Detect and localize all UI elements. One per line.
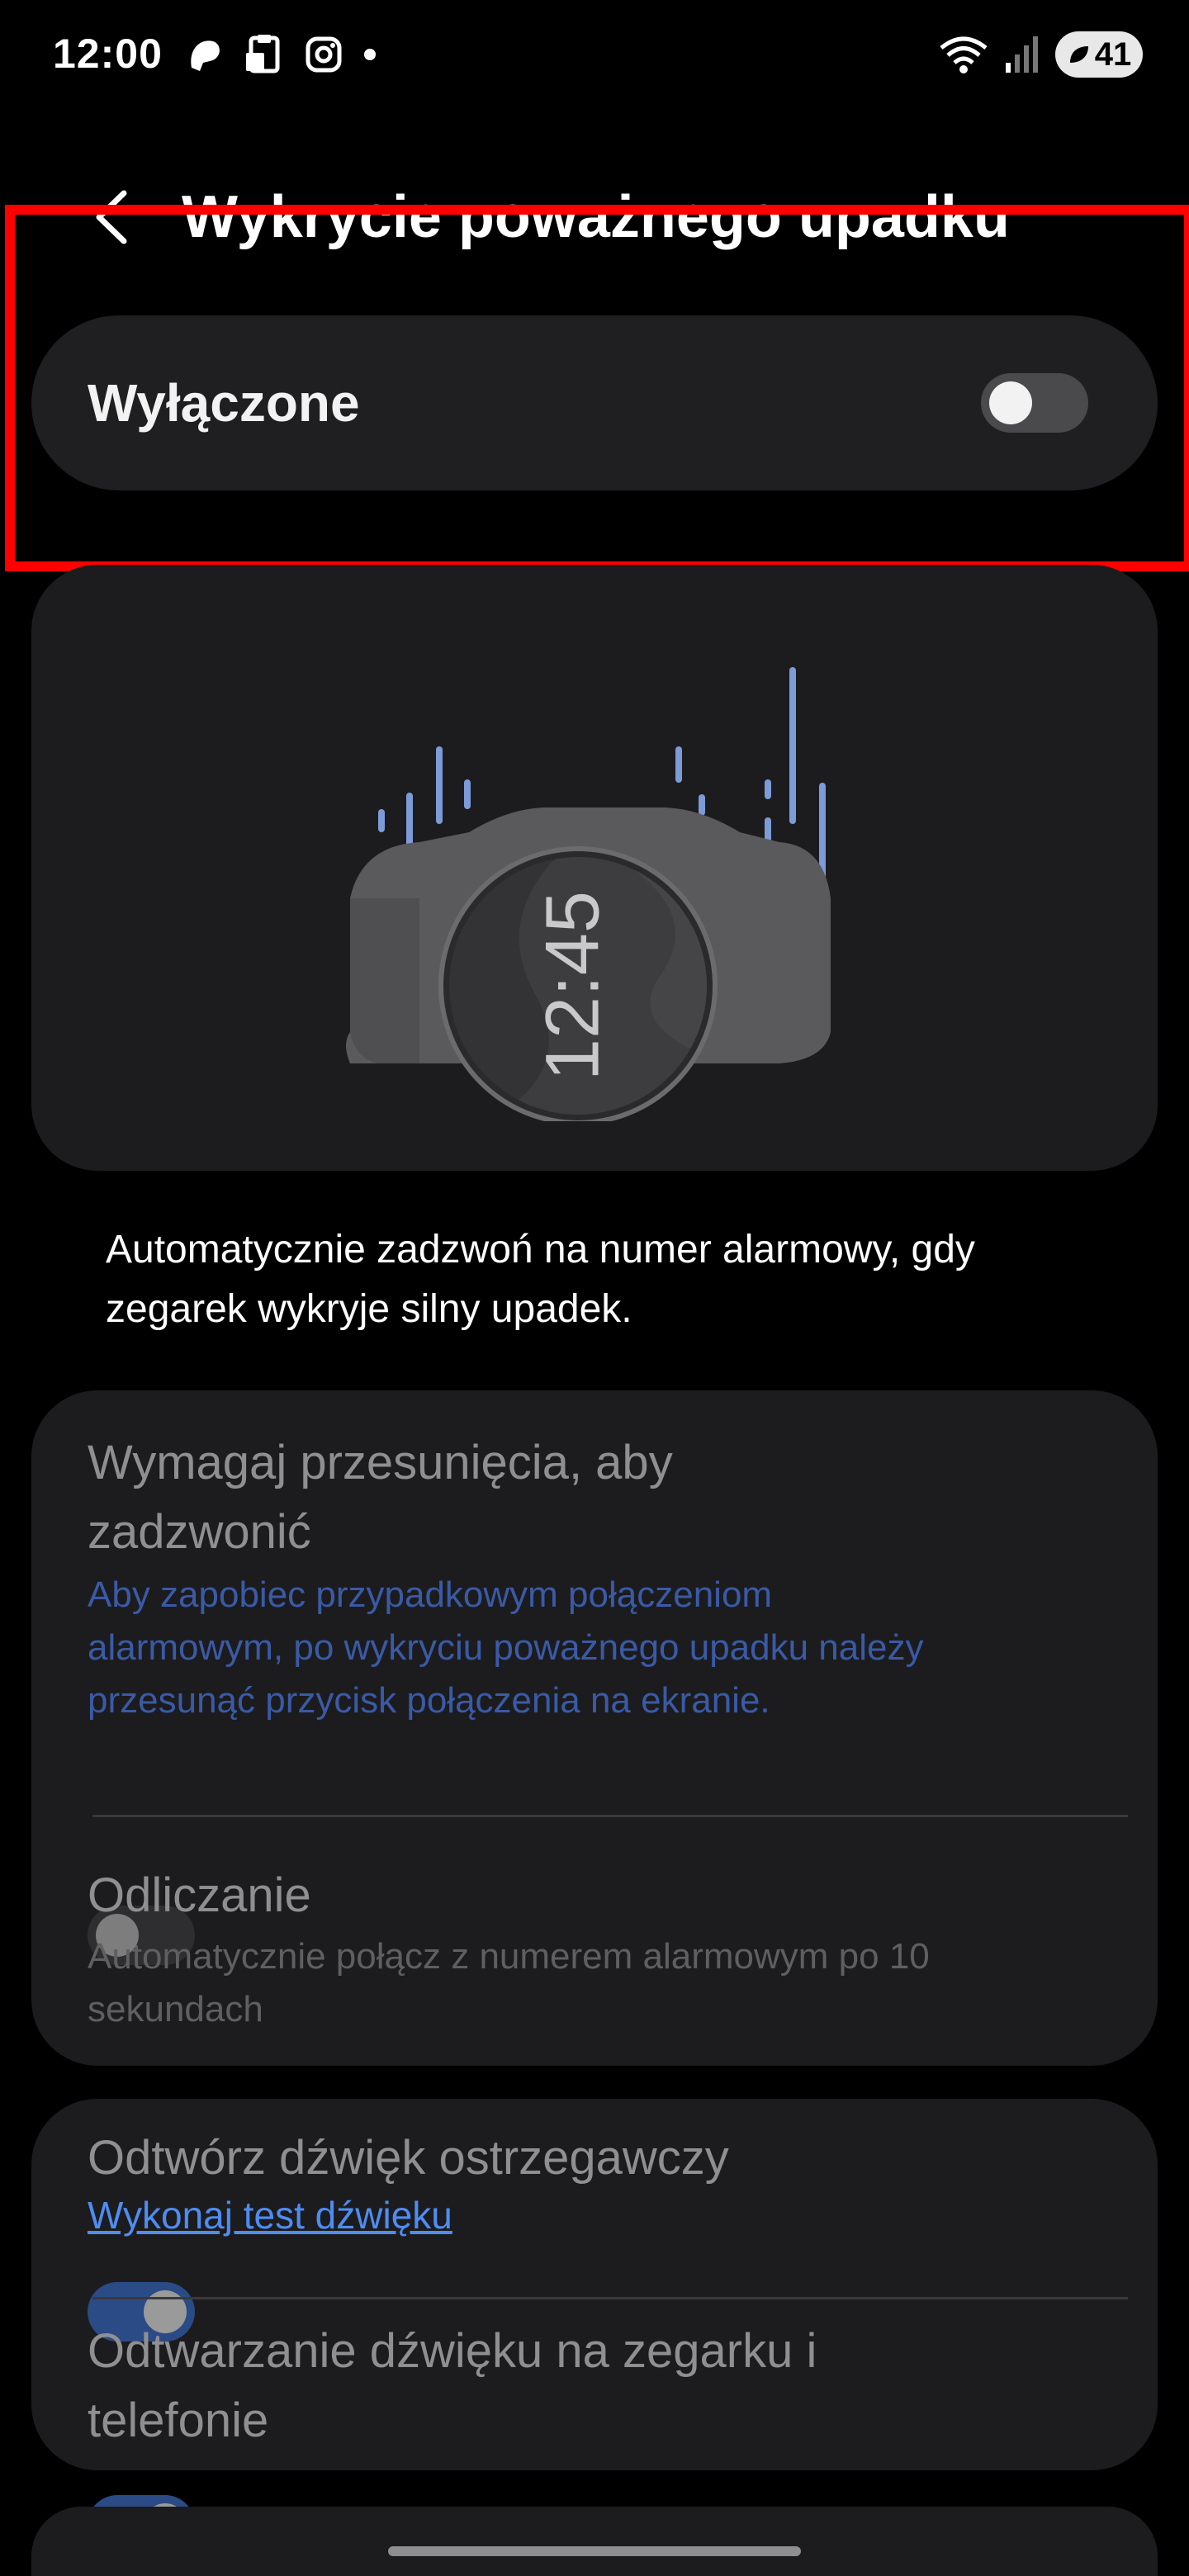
- back-button[interactable]: [91, 188, 132, 250]
- master-toggle-label: Wyłączone: [88, 373, 360, 433]
- countdown-title: Odliczanie: [88, 1868, 311, 1922]
- signal-icon: [1006, 36, 1038, 73]
- home-indicator[interactable]: [388, 2546, 801, 2556]
- illustration-card: 12:45: [31, 565, 1158, 1171]
- watch-illustration: 12:45: [346, 667, 831, 1171]
- leaf-icon: [1069, 46, 1088, 63]
- master-toggle-row[interactable]: Wyłączone: [31, 315, 1158, 490]
- sound-test-link[interactable]: Wykonaj test dźwięku: [88, 2193, 1136, 2237]
- swipe-to-call-title: Wymagaj przesunięcia, aby zadzwonić: [88, 1436, 673, 1559]
- battery-indicator: 41: [1055, 31, 1143, 78]
- divider: [92, 1815, 1128, 1817]
- warning-sound-row[interactable]: Odtwórz dźwięk ostrzegawczy Wykonaj test…: [88, 2124, 1136, 2342]
- divider: [92, 2297, 1128, 2299]
- watch-phone-sound-row[interactable]: Odtwarzanie dźwięku na zegarku i telefon…: [88, 2317, 1136, 2555]
- status-time: 12:00: [53, 31, 163, 77]
- warning-sound-title: Odtwórz dźwięk ostrzegawczy: [88, 2131, 729, 2185]
- clipboard-icon: [246, 35, 280, 73]
- swipe-to-call-subtitle: Aby zapobiec przypadkowym połączeniom al…: [88, 1574, 924, 1721]
- swipe-to-call-row[interactable]: Wymagaj przesunięcia, aby zadzwonić Aby …: [88, 1428, 1136, 1965]
- page-title: Wykrycie poważnego upadku: [182, 184, 1010, 250]
- switch-knob: [989, 381, 1032, 424]
- settings-group-1: Wymagaj przesunięcia, aby zadzwonić Aby …: [31, 1390, 1158, 2066]
- master-toggle-switch[interactable]: [981, 373, 1088, 433]
- watch-face-time: 12:45: [530, 891, 614, 1081]
- dot-icon: [364, 49, 376, 60]
- status-icons-left: [185, 33, 378, 76]
- chevron-left-icon: [96, 190, 127, 244]
- wifi-icon: [940, 36, 988, 73]
- feature-description: Automatycznie zadzwoń na numer alarmowy,…: [106, 1228, 975, 1331]
- app-icon: [191, 40, 220, 71]
- settings-group-2: Odtwórz dźwięk ostrzegawczy Wykonaj test…: [31, 2099, 1158, 2555]
- battery-level: 41: [1094, 36, 1132, 73]
- countdown-row[interactable]: Odliczanie Automatycznie połącz z numere…: [88, 1861, 1128, 2036]
- countdown-subtitle: Automatycznie połącz z numerem alarmowym…: [88, 1936, 930, 2029]
- next-settings-card: [31, 2507, 1158, 2576]
- instagram-icon: [306, 36, 342, 73]
- status-icons-right: 41: [938, 31, 1143, 78]
- watch-phone-sound-title: Odtwarzanie dźwięku na zegarku i telefon…: [88, 2324, 817, 2447]
